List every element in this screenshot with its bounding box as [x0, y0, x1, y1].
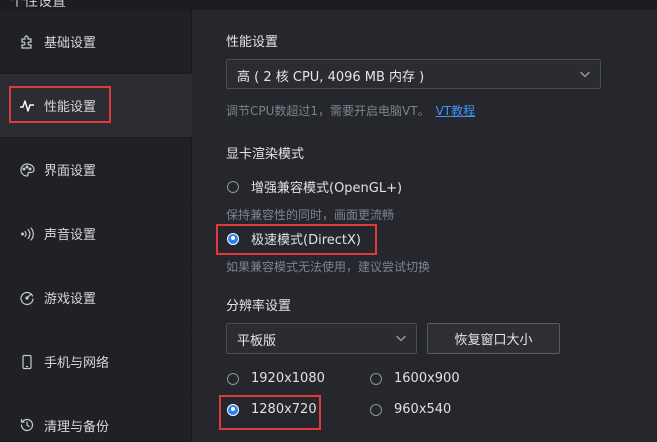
- radio-opengl[interactable]: 增强兼容模式(OpenGL+): [227, 177, 402, 196]
- puzzle-icon: [18, 33, 36, 51]
- sidebar-item-interface[interactable]: 界面设置: [0, 138, 192, 202]
- restore-window-size-button[interactable]: 恢复窗口大小: [427, 323, 560, 354]
- pulse-icon: [18, 97, 36, 115]
- gamepad-icon: [18, 289, 36, 307]
- radio-button[interactable]: [370, 372, 382, 385]
- sidebar-item-label: 清理与备份: [44, 420, 110, 435]
- sidebar-item-game[interactable]: 游戏设置: [0, 266, 192, 330]
- performance-hint-text: 调节CPU数超过1，需要开启电脑VT。: [226, 104, 430, 118]
- radio-label: 1280x720: [251, 402, 317, 417]
- sidebar: 基础设置 性能设置 界面设置 声音设置 游戏设置 手机与网络 清理与备份: [0, 10, 192, 442]
- radio-button[interactable]: [227, 403, 239, 416]
- radio-label: 1600x900: [394, 371, 460, 386]
- sidebar-item-sound[interactable]: 声音设置: [0, 202, 192, 266]
- sidebar-item-label: 声音设置: [44, 228, 97, 243]
- radio-label: 增强兼容模式(OpenGL+): [251, 181, 403, 196]
- radio-label: 1920x1080: [251, 371, 325, 386]
- settings-content: 性能设置 高 ( 2 核 CPU, 4096 MB 内存 ) 调节CPU数超过1…: [193, 10, 657, 441]
- radio-960x540[interactable]: 960x540: [370, 402, 451, 417]
- device-type-select[interactable]: 平板版: [226, 323, 417, 354]
- radio-label: 极速模式(DirectX): [251, 233, 361, 248]
- sidebar-item-label: 基础设置: [44, 36, 97, 51]
- performance-hint: 调节CPU数超过1，需要开启电脑VT。 VT教程: [226, 102, 475, 119]
- radio-button[interactable]: [370, 403, 382, 416]
- sidebar-item-label: 界面设置: [44, 164, 97, 179]
- radio-1600x900[interactable]: 1600x900: [370, 371, 460, 386]
- title-bar: 个性设置: [0, 0, 657, 10]
- opengl-hint: 保持兼容性的同时，画面更流畅: [226, 208, 395, 222]
- chevron-down-icon: [396, 335, 406, 342]
- radio-button[interactable]: [227, 372, 239, 385]
- radio-button[interactable]: [227, 232, 239, 245]
- directx-hint: 如果兼容模式无法使用，建议尝试切换: [226, 260, 431, 274]
- palette-icon: [18, 161, 36, 179]
- sidebar-item-label: 手机与网络: [44, 356, 110, 371]
- radio-button[interactable]: [227, 180, 239, 193]
- sidebar-item-basic[interactable]: 基础设置: [0, 10, 192, 74]
- performance-select-value: 高 ( 2 核 CPU, 4096 MB 内存 ): [237, 70, 425, 85]
- sidebar-item-performance[interactable]: 性能设置: [0, 74, 192, 138]
- resolution-section-title: 分辨率设置: [226, 299, 292, 314]
- performance-select[interactable]: 高 ( 2 核 CPU, 4096 MB 内存 ): [226, 59, 601, 89]
- sound-icon: [18, 225, 36, 243]
- sidebar-item-phone-network[interactable]: 手机与网络: [0, 330, 192, 394]
- sidebar-item-label: 游戏设置: [44, 292, 97, 307]
- radio-1920x1080[interactable]: 1920x1080: [227, 371, 325, 386]
- radio-directx[interactable]: 极速模式(DirectX): [227, 229, 361, 248]
- radio-1280x720[interactable]: 1280x720: [227, 402, 317, 417]
- radio-label: 960x540: [394, 402, 452, 417]
- backup-icon: [18, 416, 36, 434]
- sidebar-item-label: 性能设置: [44, 100, 97, 115]
- performance-section-title: 性能设置: [226, 35, 279, 50]
- window-title: 个性设置: [10, 0, 66, 10]
- vt-tutorial-link[interactable]: VT教程: [436, 104, 476, 118]
- chevron-down-icon: [580, 71, 590, 78]
- device-type-value: 平板版: [237, 334, 277, 349]
- phone-icon: [18, 353, 36, 371]
- render-section-title: 显卡渲染模式: [226, 147, 305, 162]
- sidebar-item-cleanup-backup[interactable]: 清理与备份: [0, 394, 192, 442]
